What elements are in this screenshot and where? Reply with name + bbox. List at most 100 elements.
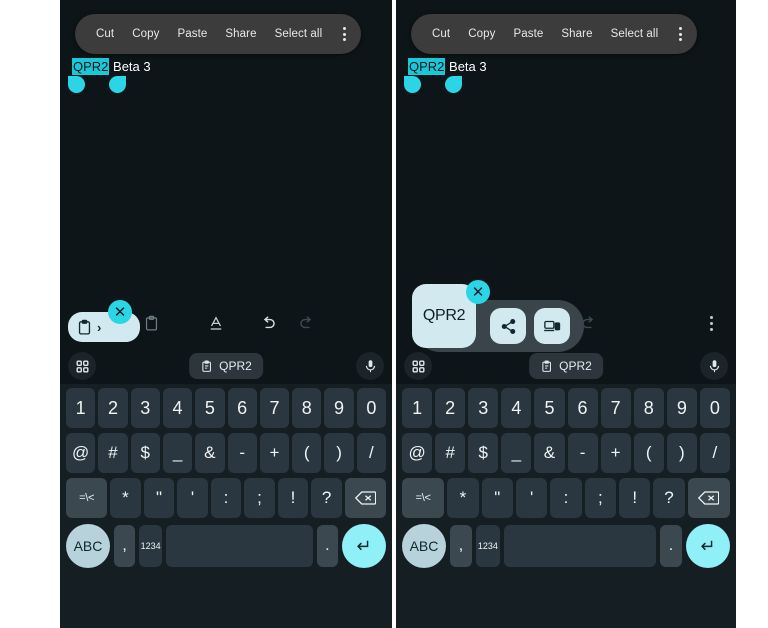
key-5[interactable]: 5: [534, 388, 565, 428]
key-comma[interactable]: ,: [114, 525, 136, 567]
key-abc-toggle[interactable]: ABC: [66, 524, 110, 568]
key-space[interactable]: [503, 525, 656, 567]
select-all-button[interactable]: Select all: [266, 14, 332, 54]
clipboard-suggestion-chip[interactable]: QPR2: [189, 353, 263, 379]
selection-handle-start[interactable]: [404, 76, 421, 93]
key-abc-toggle[interactable]: ABC: [402, 524, 446, 568]
key-minus[interactable]: -: [567, 433, 598, 473]
key-exclamation[interactable]: !: [277, 478, 309, 518]
key-9[interactable]: 9: [666, 388, 697, 428]
key-single-quote[interactable]: ': [177, 478, 208, 518]
chevron-right-icon[interactable]: ›: [97, 321, 101, 334]
undo-icon[interactable]: [253, 308, 283, 338]
key-plus[interactable]: +: [259, 433, 290, 473]
paste-button[interactable]: Paste: [504, 14, 552, 54]
paste-button[interactable]: Paste: [168, 14, 216, 54]
key-2[interactable]: 2: [98, 388, 128, 428]
key-semicolon[interactable]: ;: [244, 478, 275, 518]
text-selection-toolbar[interactable]: Cut Copy Paste Share Select all: [411, 14, 698, 54]
key-3[interactable]: 3: [130, 388, 160, 428]
key-double-quote[interactable]: ": [143, 478, 175, 518]
key-7[interactable]: 7: [259, 388, 290, 428]
text-selection-toolbar[interactable]: Cut Copy Paste Share Select all: [75, 14, 362, 54]
key-7[interactable]: 7: [600, 388, 631, 428]
key-slash[interactable]: /: [699, 433, 730, 473]
select-all-button[interactable]: Select all: [602, 14, 668, 54]
share-button[interactable]: Share: [552, 14, 601, 54]
key-question[interactable]: ?: [311, 478, 342, 518]
key-colon[interactable]: :: [210, 478, 242, 518]
paste-icon[interactable]: [136, 308, 166, 338]
key-exclamation[interactable]: !: [619, 478, 651, 518]
key-1[interactable]: 1: [402, 388, 433, 428]
key-3[interactable]: 3: [468, 388, 499, 428]
key-paren-open[interactable]: (: [633, 433, 664, 473]
kebab-menu-icon[interactable]: [669, 20, 691, 48]
share-button[interactable]: Share: [216, 14, 265, 54]
key-ampersand[interactable]: &: [534, 433, 565, 473]
copy-button[interactable]: Copy: [459, 14, 504, 54]
key-comma[interactable]: ,: [450, 525, 473, 567]
selection-handle-end[interactable]: [445, 76, 462, 93]
key-period[interactable]: .: [659, 525, 682, 567]
key-0[interactable]: 0: [356, 388, 386, 428]
key-symbols-toggle[interactable]: =\<: [401, 478, 445, 518]
clipboard-suggestion-chip[interactable]: QPR2: [529, 353, 603, 379]
key-hash[interactable]: #: [98, 433, 128, 473]
key-colon[interactable]: :: [550, 478, 582, 518]
key-minus[interactable]: -: [227, 433, 257, 473]
cast-to-device-icon[interactable]: [534, 308, 570, 344]
key-4[interactable]: 4: [162, 388, 193, 428]
key-8[interactable]: 8: [292, 388, 322, 428]
copy-button[interactable]: Copy: [123, 14, 168, 54]
key-symbols-toggle[interactable]: =\<: [66, 478, 108, 518]
key-dollar[interactable]: $: [468, 433, 499, 473]
share-icon[interactable]: [490, 308, 526, 344]
key-9[interactable]: 9: [324, 388, 354, 428]
key-dollar[interactable]: $: [130, 433, 160, 473]
microphone-icon[interactable]: [700, 352, 728, 380]
key-2[interactable]: 2: [435, 388, 466, 428]
key-enter[interactable]: ↵: [685, 524, 730, 568]
kebab-menu-icon[interactable]: [701, 310, 721, 336]
cut-button[interactable]: Cut: [423, 14, 459, 54]
key-1[interactable]: 1: [66, 388, 96, 428]
selection-handle-end[interactable]: [109, 76, 126, 93]
grid-apps-icon[interactable]: [68, 352, 96, 380]
key-underscore[interactable]: _: [501, 433, 532, 473]
backspace-icon[interactable]: [344, 478, 387, 518]
editor-text-line[interactable]: QPR2 Beta 3: [408, 58, 487, 75]
key-paren-open[interactable]: (: [292, 433, 322, 473]
close-icon[interactable]: ✕: [108, 300, 132, 324]
key-at[interactable]: @: [66, 433, 96, 473]
key-enter[interactable]: ↵: [342, 524, 386, 568]
key-4[interactable]: 4: [501, 388, 532, 428]
key-double-quote[interactable]: ": [481, 478, 513, 518]
close-icon[interactable]: ✕: [466, 280, 490, 304]
key-period[interactable]: .: [316, 525, 338, 567]
selected-text[interactable]: QPR2: [408, 58, 446, 75]
redo-icon[interactable]: [291, 308, 321, 338]
selection-handle-start[interactable]: [68, 76, 85, 93]
key-number-pad[interactable]: 12 34: [476, 525, 500, 567]
text-format-icon[interactable]: [201, 308, 231, 338]
key-paren-close[interactable]: ): [324, 433, 354, 473]
key-0[interactable]: 0: [699, 388, 730, 428]
key-hash[interactable]: #: [435, 433, 466, 473]
key-space[interactable]: [166, 525, 313, 567]
microphone-icon[interactable]: [356, 352, 384, 380]
key-single-quote[interactable]: ': [515, 478, 548, 518]
cut-button[interactable]: Cut: [87, 14, 123, 54]
key-semicolon[interactable]: ;: [584, 478, 617, 518]
key-underscore[interactable]: _: [162, 433, 193, 473]
key-slash[interactable]: /: [356, 433, 386, 473]
grid-apps-icon[interactable]: [404, 352, 432, 380]
key-plus[interactable]: +: [600, 433, 631, 473]
key-asterisk[interactable]: *: [110, 478, 141, 518]
key-5[interactable]: 5: [195, 388, 225, 428]
key-number-pad[interactable]: 12 34: [139, 525, 163, 567]
key-question[interactable]: ?: [653, 478, 685, 518]
key-at[interactable]: @: [402, 433, 433, 473]
key-6[interactable]: 6: [567, 388, 598, 428]
key-paren-close[interactable]: ): [666, 433, 697, 473]
